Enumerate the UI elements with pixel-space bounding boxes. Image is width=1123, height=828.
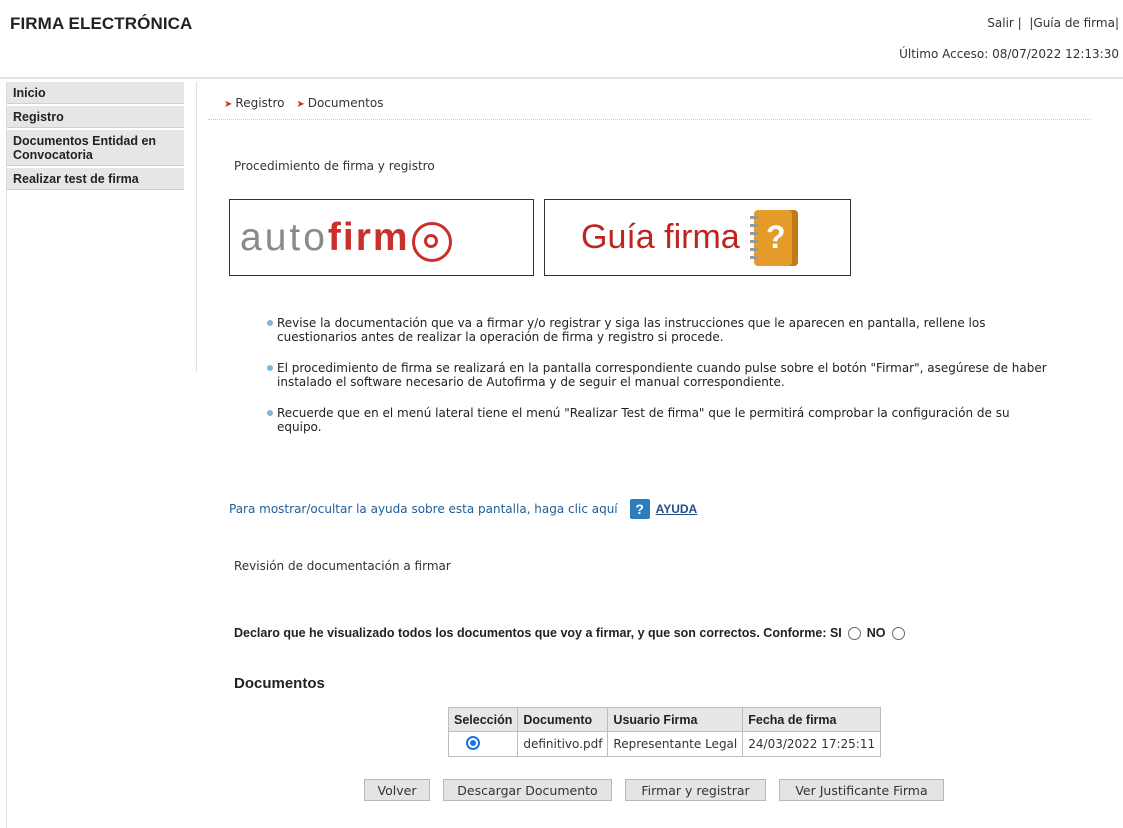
help-icon[interactable]: ? [629, 499, 650, 519]
date-cell: 24/03/2022 17:25:11 [742, 731, 882, 757]
list-item: El procedimiento de firma se realizará e… [267, 361, 1057, 389]
column-header: Usuario Firma [607, 707, 744, 732]
header-divider [0, 77, 1123, 79]
app-title: FIRMA ELECTRÓNICA [10, 14, 193, 33]
table-row: definitivo.pdf Representante Legal 24/03… [447, 731, 882, 757]
breadcrumb-divider [208, 119, 1090, 120]
documents-title: Documentos [234, 675, 325, 692]
declaration-no-label: NO [866, 626, 886, 640]
document-cell: definitivo.pdf [517, 731, 609, 757]
help-toggle: Para mostrar/ocultar la ayuda sobre esta… [229, 499, 697, 519]
download-document-button[interactable]: Descargar Documento [443, 779, 612, 801]
sidebar-divider [196, 82, 197, 372]
declaration: Declaro que he visualizado todos los doc… [234, 626, 911, 640]
autofirma-logo-button[interactable]: auto firm [229, 199, 534, 276]
top-links: Salir | |Guía de firma| [987, 16, 1119, 30]
at-sign-icon [411, 221, 452, 262]
bullet-icon [267, 320, 273, 326]
procedure-heading: Procedimiento de firma y registro [234, 159, 435, 173]
sidebar-item-registro[interactable]: Registro [7, 106, 184, 130]
selection-cell [447, 731, 519, 757]
link-separator: | [1017, 16, 1022, 30]
list-item: Recuerde que en el menú lateral tiene el… [267, 406, 1057, 434]
link-separator: | [1114, 16, 1119, 30]
logout-link[interactable]: Salir [987, 16, 1014, 30]
sidebar-item-documentos-entidad[interactable]: Documentos Entidad en Convocatoria [7, 130, 184, 168]
column-header: Fecha de firma [742, 707, 882, 732]
review-heading: Revisión de documentación a firmar [234, 559, 451, 573]
chevron-right-icon: ➤ [296, 99, 305, 110]
guide-logo-text: Guía firma [581, 218, 740, 256]
help-toggle-text[interactable]: Para mostrar/ocultar la ayuda sobre esta… [229, 502, 618, 516]
page-left-border [6, 82, 7, 828]
sidebar-item-inicio[interactable]: Inicio [7, 82, 184, 106]
last-access: Último Acceso: 08/07/2022 12:13:30 [899, 47, 1119, 61]
bullet-icon [267, 410, 273, 416]
autofirma-logo-text-bold: firm [327, 215, 410, 259]
column-header: Documento [517, 707, 609, 732]
user-cell: Representante Legal [607, 731, 744, 757]
document-select-radio[interactable] [466, 735, 480, 750]
back-button[interactable]: Volver [364, 779, 430, 801]
column-header: Selección [447, 707, 519, 732]
declaration-text: Declaro que he visualizado todos los doc… [234, 626, 842, 640]
breadcrumb-documentos[interactable]: Documentos [308, 96, 384, 110]
table-header-row: Selección Documento Usuario Firma Fecha … [447, 707, 882, 732]
breadcrumb: ➤ Registro ➤ Documentos [224, 96, 391, 110]
view-signature-receipt-button[interactable]: Ver Justificante Firma [779, 779, 944, 801]
breadcrumb-registro[interactable]: Registro [235, 96, 284, 110]
sidebar-item-test-firma[interactable]: Realizar test de firma [7, 168, 184, 192]
conform-yes-radio[interactable] [847, 626, 861, 640]
signature-guide-link[interactable]: Guía de firma [1033, 16, 1115, 30]
conform-no-radio[interactable] [891, 626, 905, 640]
sidebar: Inicio Registro Documentos Entidad en Co… [7, 82, 184, 192]
help-link[interactable]: AYUDA [656, 502, 698, 516]
list-item: Revise la documentación que va a firmar … [267, 316, 1057, 344]
bullet-icon [267, 365, 273, 371]
sign-and-register-button[interactable]: Firmar y registrar [625, 779, 766, 801]
instructions-list: Revise la documentación que va a firmar … [267, 316, 1057, 451]
book-help-icon: ? [749, 209, 798, 266]
chevron-right-icon: ➤ [224, 99, 233, 110]
autofirma-logo-text-plain: auto [240, 215, 328, 259]
documents-table: Selección Documento Usuario Firma Fecha … [447, 707, 882, 757]
signature-guide-logo-button[interactable]: Guía firma ? [544, 199, 851, 276]
